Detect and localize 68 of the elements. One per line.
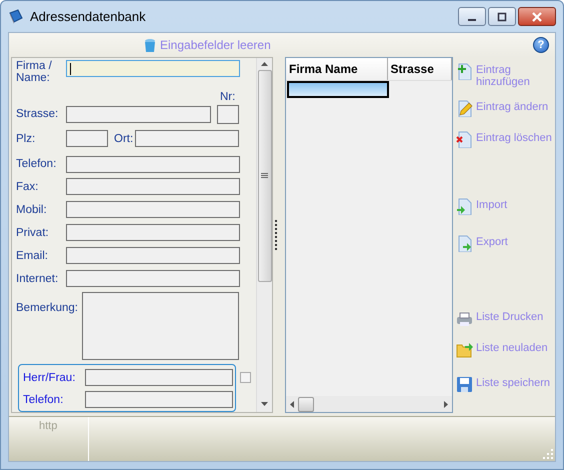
vertical-scrollbar[interactable] bbox=[256, 58, 272, 412]
input-field[interactable] bbox=[66, 156, 240, 173]
field-label: Fax: bbox=[16, 180, 40, 193]
field-label: Nr: bbox=[220, 91, 236, 104]
action-link[interactable]: Import bbox=[456, 198, 555, 215]
field-label: Plz: bbox=[16, 132, 36, 145]
field-label: Firma / Name: bbox=[16, 60, 53, 84]
field-label: Telefon: bbox=[23, 394, 64, 406]
field-label: Ort: bbox=[114, 132, 134, 145]
trash-can-icon bbox=[144, 38, 156, 52]
input-field[interactable] bbox=[85, 369, 233, 386]
input-field[interactable] bbox=[66, 270, 240, 288]
maximize-icon bbox=[497, 12, 507, 22]
checkbox[interactable] bbox=[240, 372, 251, 383]
input-field[interactable] bbox=[85, 391, 233, 408]
document-arrow-icon bbox=[456, 235, 473, 252]
scroll-left-icon[interactable] bbox=[290, 400, 294, 408]
field-label: Internet: bbox=[16, 272, 60, 285]
maximize-button[interactable] bbox=[488, 7, 516, 26]
document-cross-icon bbox=[456, 131, 473, 148]
field-label: Bemerkung: bbox=[16, 300, 80, 314]
field-label: Mobil: bbox=[16, 204, 48, 216]
minimize-button[interactable] bbox=[458, 7, 486, 26]
status-text: http bbox=[39, 420, 58, 432]
field-label: Herr/Frau: bbox=[23, 372, 76, 384]
action-link[interactable]: Eintrag hinzufügen bbox=[456, 63, 538, 88]
action-link[interactable]: Liste Drucken bbox=[456, 310, 555, 327]
column-header[interactable]: Strasse bbox=[388, 58, 452, 80]
input-field[interactable] bbox=[66, 201, 240, 218]
grip-icon bbox=[261, 173, 268, 179]
field-label: Privat: bbox=[16, 226, 50, 239]
minimize-icon bbox=[468, 18, 476, 20]
scroll-up-icon[interactable] bbox=[261, 62, 268, 66]
input-field[interactable] bbox=[135, 130, 240, 148]
column-header[interactable]: Firma Name bbox=[286, 58, 388, 80]
help-button[interactable]: ? bbox=[533, 37, 549, 53]
close-button[interactable] bbox=[518, 7, 556, 26]
close-icon bbox=[532, 12, 542, 22]
horizontal-scrollbar[interactable] bbox=[286, 396, 452, 412]
action-link[interactable]: Eintrag ändern bbox=[456, 100, 555, 117]
input-field[interactable] bbox=[217, 104, 239, 124]
action-link[interactable]: Export bbox=[456, 235, 555, 252]
document-arrow-icon bbox=[456, 198, 473, 215]
input-field[interactable] bbox=[66, 130, 108, 148]
action-link[interactable]: Liste neuladen bbox=[456, 341, 555, 358]
scroll-down-icon[interactable] bbox=[261, 402, 268, 406]
table-row[interactable] bbox=[287, 81, 389, 98]
input-field[interactable] bbox=[66, 247, 240, 264]
scroll-thumb[interactable] bbox=[298, 396, 314, 412]
resize-grip-icon[interactable] bbox=[543, 449, 553, 459]
field-label: Email: bbox=[16, 250, 49, 262]
action-link[interactable]: Liste speichern bbox=[456, 376, 555, 393]
input-field[interactable] bbox=[66, 106, 211, 123]
window-title: Adressendatenbank bbox=[30, 9, 146, 24]
comment-field[interactable] bbox=[82, 292, 239, 360]
input-field[interactable] bbox=[66, 60, 240, 77]
input-field[interactable] bbox=[66, 178, 240, 196]
address-book-icon bbox=[8, 8, 24, 24]
input-field[interactable] bbox=[66, 224, 240, 242]
clear-fields-button[interactable]: Eingabefelder leeren bbox=[144, 38, 271, 52]
printer-icon bbox=[456, 310, 473, 327]
folder-arrow-icon bbox=[456, 341, 473, 358]
scroll-right-icon[interactable] bbox=[444, 400, 448, 408]
document-plus-icon bbox=[456, 63, 473, 80]
action-link[interactable]: Eintrag löschen bbox=[456, 131, 555, 148]
field-label: Telefon: bbox=[16, 158, 58, 170]
pencil-document-icon bbox=[456, 100, 473, 117]
field-label: Strasse: bbox=[16, 108, 60, 120]
